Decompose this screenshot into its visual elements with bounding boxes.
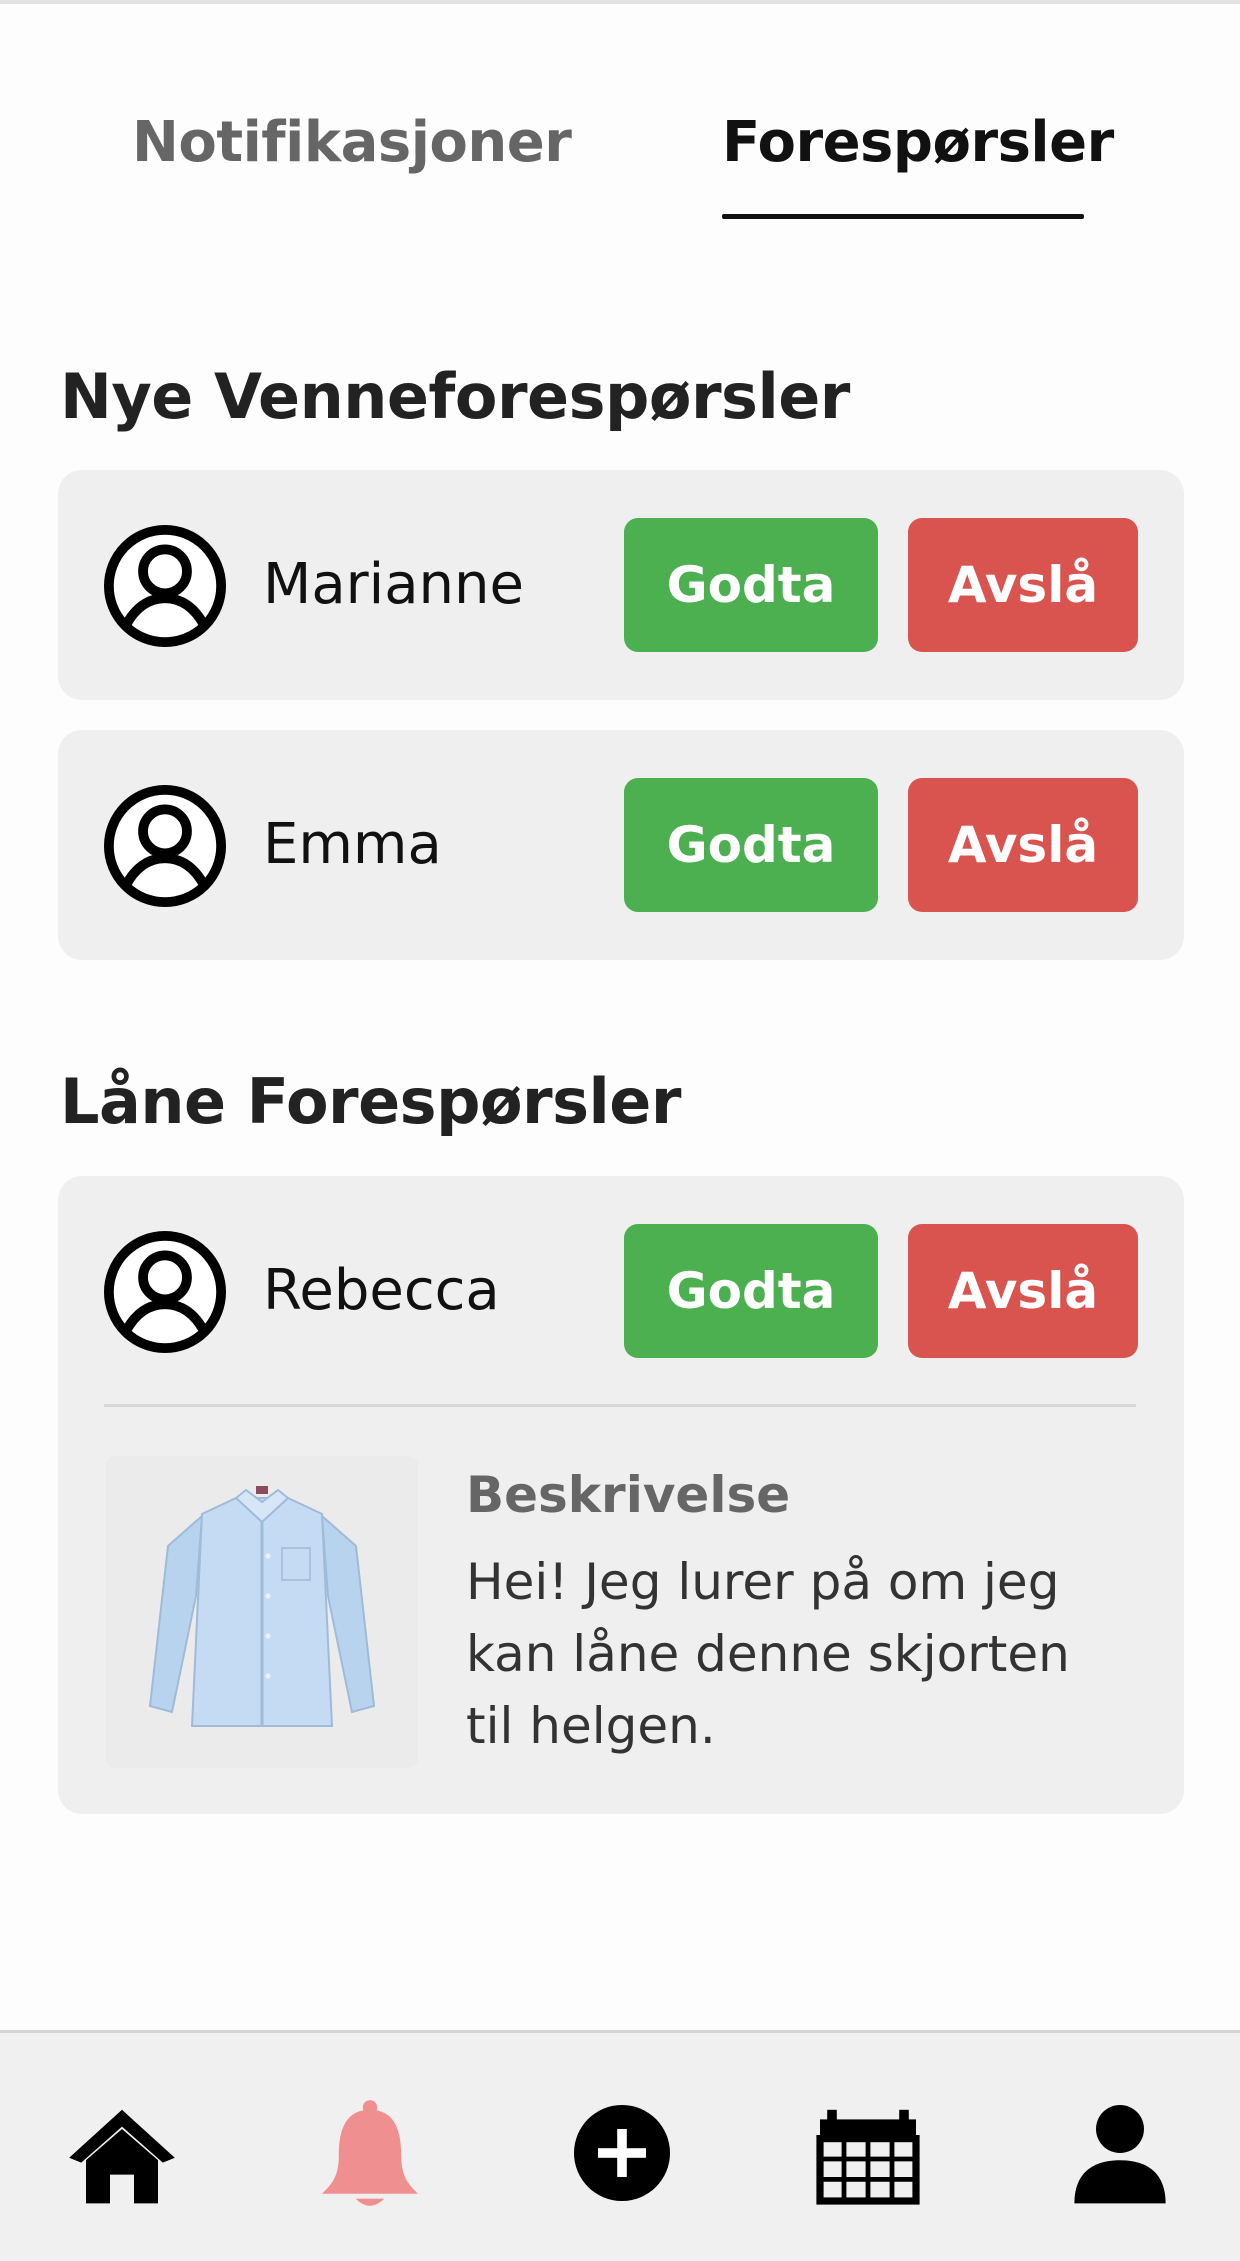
loan-request-card: Rebecca Godta Avslå Beskrivelse Hei! Jeg… bbox=[58, 1176, 1184, 1814]
card-divider bbox=[104, 1404, 1136, 1407]
shirt-image bbox=[106, 1456, 418, 1768]
accept-button[interactable]: Godta bbox=[624, 1224, 878, 1358]
loan-requests-heading: Låne Forespørsler bbox=[60, 1065, 681, 1138]
active-tab-indicator bbox=[722, 214, 1084, 219]
tab-notifications[interactable]: Notifikasjoner bbox=[132, 110, 572, 175]
bell-icon[interactable] bbox=[310, 2093, 430, 2213]
request-row: Emma Godta Avslå bbox=[58, 730, 1184, 960]
home-icon[interactable] bbox=[62, 2093, 182, 2213]
bottom-navigation bbox=[0, 2030, 1240, 2261]
friend-request-card: Marianne Godta Avslå bbox=[58, 470, 1184, 700]
requester-name: Marianne bbox=[263, 552, 524, 617]
top-border bbox=[0, 0, 1240, 4]
user-avatar-icon bbox=[104, 785, 226, 907]
tab-requests[interactable]: Forespørsler bbox=[722, 110, 1114, 175]
accept-button[interactable]: Godta bbox=[624, 778, 878, 912]
add-icon[interactable] bbox=[562, 2093, 682, 2213]
decline-button[interactable]: Avslå bbox=[908, 1224, 1138, 1358]
tab-bar: Notifikasjoner Forespørsler bbox=[0, 110, 1240, 230]
calendar-icon[interactable] bbox=[808, 2093, 928, 2213]
request-row: Rebecca Godta Avslå bbox=[58, 1176, 1184, 1406]
friend-requests-heading: Nye Venneforespørsler bbox=[60, 360, 850, 433]
description-title: Beskrivelse bbox=[466, 1466, 791, 1524]
user-avatar-icon bbox=[104, 1231, 226, 1353]
profile-icon[interactable] bbox=[1060, 2093, 1180, 2213]
decline-button[interactable]: Avslå bbox=[908, 518, 1138, 652]
requester-name: Emma bbox=[263, 812, 442, 877]
requester-name: Rebecca bbox=[263, 1258, 500, 1323]
user-avatar-icon bbox=[104, 525, 226, 647]
notifications-screen: Notifikasjoner Forespørsler Nye Vennefor… bbox=[0, 0, 1240, 2261]
friend-request-card: Emma Godta Avslå bbox=[58, 730, 1184, 960]
accept-button[interactable]: Godta bbox=[624, 518, 878, 652]
decline-button[interactable]: Avslå bbox=[908, 778, 1138, 912]
description-text: Hei! Jeg lurer på om jeg kan låne denne … bbox=[466, 1553, 1070, 1755]
request-row: Marianne Godta Avslå bbox=[58, 470, 1184, 700]
